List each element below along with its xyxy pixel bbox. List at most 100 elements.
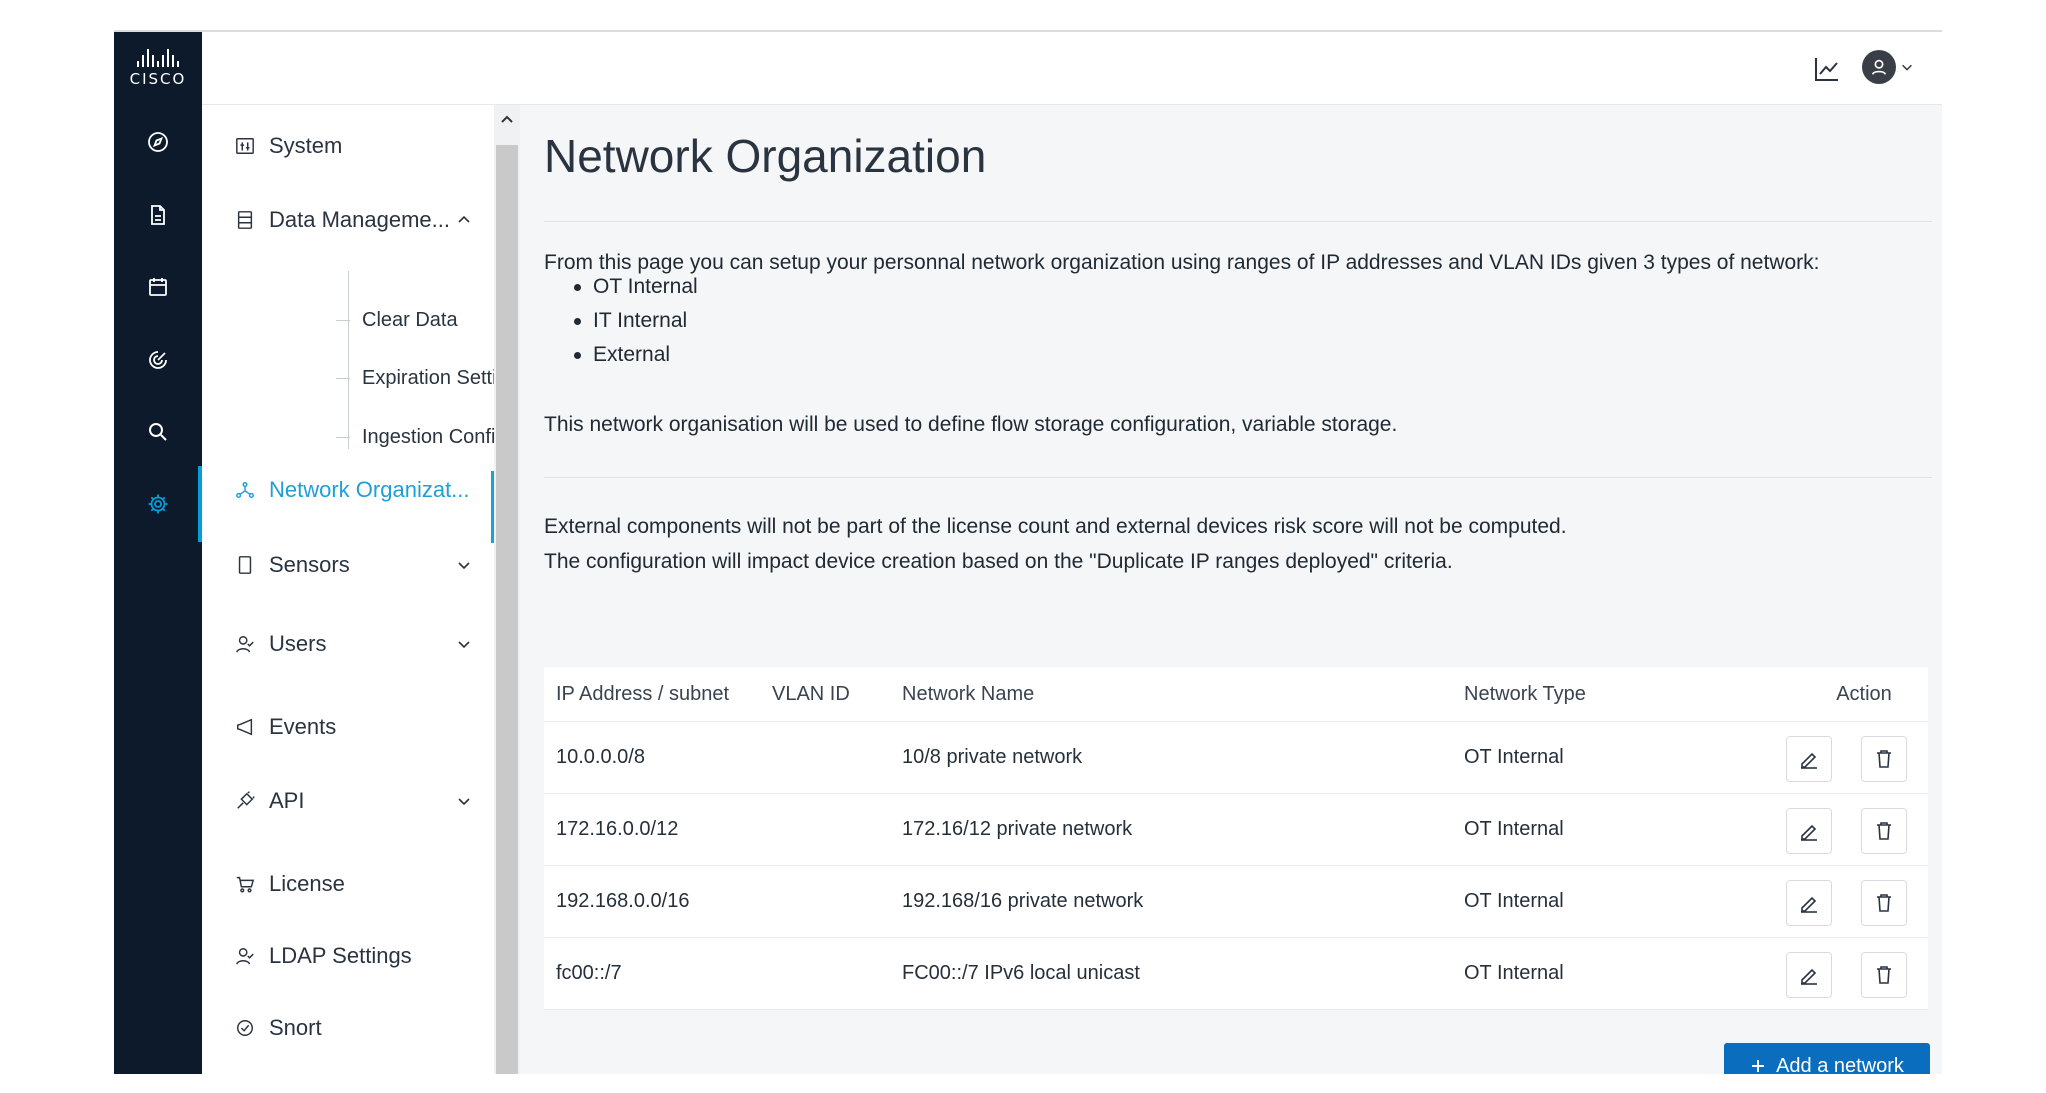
radar-icon (149, 351, 167, 369)
column-header: IP Address / subnet (556, 682, 730, 705)
table-row: 192.168.0.0/16 192.168/16 private networ… (544, 866, 1928, 938)
nav-item-events[interactable]: Events (202, 712, 494, 742)
page-title: Network Organization (544, 130, 987, 182)
add-network-label: Add a network (1776, 1054, 1904, 1075)
icon-rail: CISCO (114, 32, 202, 1074)
duplicate-ip-note: The configuration will impact device cre… (544, 550, 1453, 573)
nav-label: Users (269, 631, 327, 656)
nav-label: Data Manageme... (269, 207, 450, 232)
type-cell: OT Internal (1464, 746, 1564, 768)
pencil-icon (1801, 896, 1817, 913)
nav-item-snort[interactable]: Snort (202, 1013, 494, 1043)
nav-label: Network Organizat... (269, 477, 470, 502)
scroll-up-arrow-icon[interactable] (500, 113, 514, 125)
compass-icon (148, 132, 168, 152)
top-header (202, 32, 1942, 105)
rail-settings[interactable] (114, 466, 202, 542)
pencil-icon (1801, 824, 1817, 841)
network-types-list: OT Internal IT Internal External (558, 270, 698, 372)
edit-button[interactable] (1786, 952, 1832, 998)
settings-nav: System Data Manageme... Clear Data Expir… (202, 105, 552, 1074)
trash-icon (1877, 750, 1891, 768)
nav-item-license[interactable]: License (202, 869, 494, 899)
nav-label: Snort (269, 1015, 322, 1040)
sensor-icon (234, 554, 256, 576)
edit-button[interactable] (1786, 880, 1832, 926)
ip-cell: fc00::/7 (556, 962, 622, 984)
nav-item-sensors[interactable]: Sensors (202, 550, 494, 580)
column-header: VLAN ID (772, 682, 850, 705)
document-icon (151, 205, 165, 225)
rail-risk[interactable] (114, 332, 202, 388)
rail-events[interactable] (114, 259, 202, 315)
column-header: Network Type (1464, 682, 1586, 705)
nav-label: Clear Data (362, 309, 458, 331)
app-window: CISCO System Data Manageme... Clear Data… (114, 30, 1942, 1074)
subtree-line (348, 271, 349, 449)
ip-cell: 192.168.0.0/16 (556, 890, 690, 912)
edit-button[interactable] (1786, 736, 1832, 782)
nav-item-ldap-settings[interactable]: LDAP Settings (202, 941, 494, 971)
chevron-down-icon (458, 798, 470, 806)
list-item: OT Internal (558, 270, 698, 304)
plug-icon (234, 790, 256, 812)
add-network-button[interactable]: Add a network (1724, 1043, 1930, 1074)
megaphone-icon (234, 716, 256, 738)
user-menu[interactable] (1862, 50, 1914, 84)
main-content: Network Organization From this page you … (520, 105, 1942, 1074)
column-header: Action (1836, 682, 1892, 705)
nav-item-data-management[interactable]: Data Manageme... (202, 205, 494, 235)
intro-text: From this page you can setup your person… (544, 251, 1820, 274)
gear-icon (148, 494, 168, 514)
calendar-icon (149, 278, 167, 296)
external-note: External components will not be part of … (544, 515, 1567, 538)
cisco-bars-icon (137, 48, 179, 67)
delete-button[interactable] (1861, 952, 1907, 998)
trash-icon (1877, 966, 1891, 984)
user-avatar-icon (1862, 50, 1896, 84)
nav-item-network-organization[interactable]: Network Organizat... (202, 471, 494, 543)
usage-note: This network organisation will be used t… (544, 413, 1398, 436)
rail-reports[interactable] (114, 187, 202, 243)
database-icon (234, 209, 256, 231)
edit-button[interactable] (1786, 808, 1832, 854)
name-cell: 192.168/16 private network (902, 890, 1144, 912)
line-chart-icon (1815, 58, 1838, 81)
search-icon (149, 423, 167, 441)
type-cell: OT Internal (1464, 890, 1564, 912)
chevron-down-icon (458, 562, 470, 570)
scrollbar-thumb[interactable] (496, 145, 518, 1074)
delete-button[interactable] (1861, 736, 1907, 782)
delete-button[interactable] (1861, 808, 1907, 854)
sliders-icon (234, 135, 256, 157)
nav-label: System (269, 133, 343, 158)
nav-item-api[interactable]: API (202, 786, 494, 816)
analytics-button[interactable] (1812, 54, 1842, 84)
logo-text: CISCO (129, 69, 187, 88)
users-icon (234, 633, 256, 655)
chevron-down-icon (1902, 64, 1912, 71)
network-icon (234, 479, 256, 501)
type-cell: OT Internal (1464, 818, 1564, 840)
nav-item-users[interactable]: Users (202, 629, 494, 659)
network-table: IP Address / subnet VLAN ID Network Name… (544, 667, 1928, 1010)
nav-sub-clear-data[interactable]: Clear Data (336, 309, 458, 332)
shield-icon (234, 1017, 256, 1039)
table-row: fc00::/7 FC00::/7 IPv6 local unicast OT … (544, 938, 1928, 1010)
table-row: 172.16.0.0/12 172.16/12 private network … (544, 794, 1928, 866)
list-item: External (558, 338, 698, 372)
table-header: IP Address / subnet VLAN ID Network Name… (544, 667, 1928, 722)
cart-icon (234, 873, 256, 895)
delete-button[interactable] (1861, 880, 1907, 926)
nav-scrollbar[interactable] (494, 105, 520, 1074)
rail-search[interactable] (114, 404, 202, 460)
name-cell: 172.16/12 private network (902, 818, 1133, 840)
rail-explore[interactable] (114, 114, 202, 170)
cisco-logo: CISCO (114, 32, 202, 104)
ip-cell: 172.16.0.0/12 (556, 818, 679, 840)
nav-item-system[interactable]: System (202, 131, 494, 161)
pencil-icon (1801, 752, 1817, 769)
nav-label: Events (269, 714, 337, 739)
pencil-icon (1801, 968, 1817, 985)
nav-label: License (269, 871, 345, 896)
